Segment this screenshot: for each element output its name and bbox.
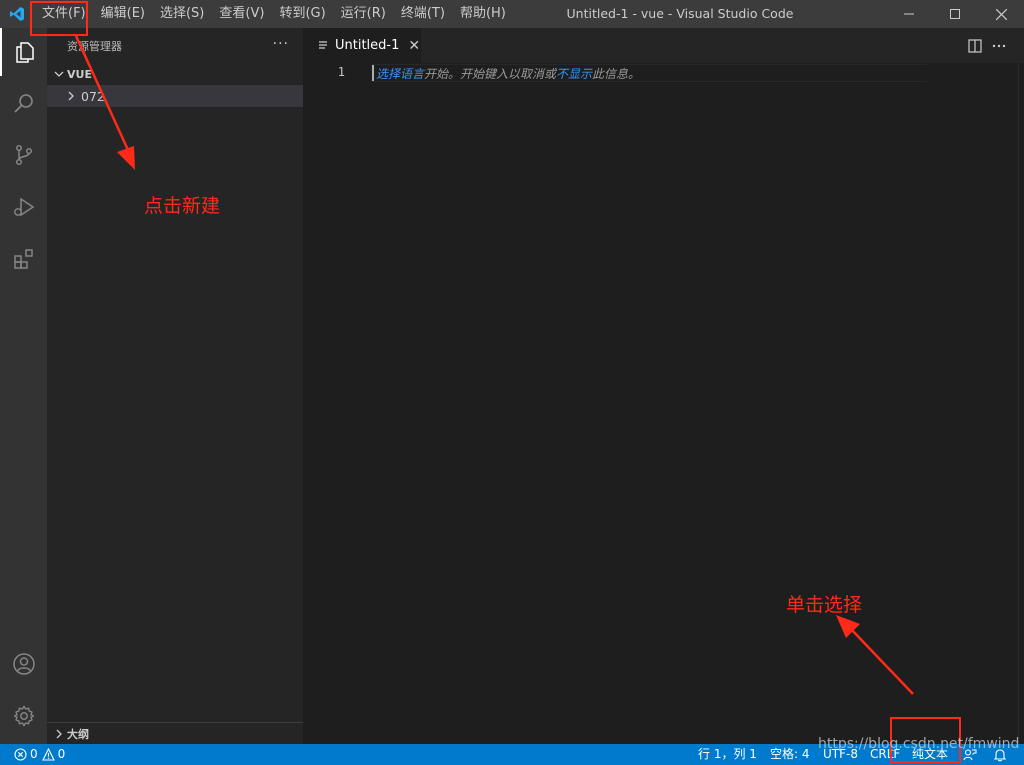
split-editor-button[interactable] — [963, 28, 987, 63]
text-cursor — [372, 65, 374, 81]
extensions-icon — [13, 249, 33, 269]
manage-button[interactable] — [0, 692, 47, 740]
dont-show-link[interactable]: 不显示 — [556, 67, 592, 81]
editor-scrollbar[interactable] — [1018, 63, 1024, 744]
error-count: 0 — [30, 747, 38, 761]
minimize-icon — [904, 13, 914, 15]
account-icon — [12, 653, 35, 675]
annotation-box-file-menu — [30, 1, 88, 36]
annotation-label-select: 单击选择 — [786, 594, 863, 616]
source-control-button[interactable] — [0, 131, 47, 179]
workspace-section-header[interactable]: VUE — [47, 63, 303, 85]
maximize-icon — [950, 9, 960, 19]
settings-gear-icon — [13, 705, 34, 727]
menu-view[interactable]: 查看(V) — [211, 0, 271, 28]
chevron-down-icon — [54, 71, 64, 77]
menu-terminal[interactable]: 终端(T) — [393, 0, 452, 28]
run-debug-icon — [13, 197, 34, 217]
warning-count: 0 — [57, 747, 66, 761]
watermark: https://blog.csdn.net/fmwind — [818, 736, 1020, 752]
more-actions-icon — [992, 44, 1006, 47]
source-control-icon — [15, 144, 32, 166]
title-bar: 文件(F) 编辑(E) 选择(S) 查看(V) 转到(G) 运行(R) 终端(T… — [0, 0, 1024, 28]
sidebar-title: 资源管理器 — [67, 39, 122, 53]
folder-item-072[interactable]: 072 — [47, 85, 303, 107]
hint-text-end: 此信息。 — [592, 67, 641, 81]
menu-bar: 文件(F) 编辑(E) 选择(S) 查看(V) 转到(G) 运行(R) 终端(T… — [34, 0, 513, 28]
outline-label: 大纲 — [67, 727, 89, 741]
window-title: Untitled-1 - vue - Visual Studio Code — [566, 6, 794, 21]
editor-area[interactable]: 1 选择语言开始。开始键入以取消或不显示此信息。 — [303, 63, 1024, 744]
chevron-right-icon — [68, 91, 74, 101]
maximize-button[interactable] — [932, 0, 978, 28]
explorer-sidebar: 资源管理器 ··· VUE 072 大纲 — [47, 28, 303, 744]
cursor-position-status[interactable]: 行 1，列 1 — [698, 744, 757, 765]
menu-selection[interactable]: 选择(S) — [152, 0, 211, 28]
close-tab-icon[interactable]: ✕ — [408, 38, 420, 54]
line-number: 1 — [337, 65, 345, 79]
folder-label: 072 — [81, 88, 105, 104]
annotation-label-new: 点击新建 — [144, 195, 221, 217]
select-language-link[interactable]: 选择语言 — [376, 67, 424, 81]
workspace-name: VUE — [67, 67, 92, 81]
split-editor-icon — [968, 38, 982, 53]
more-actions-icon[interactable]: ··· — [273, 36, 289, 52]
warning-icon — [41, 748, 55, 761]
explorer-icon — [15, 42, 34, 63]
vscode-logo-icon — [0, 0, 34, 28]
chevron-right-icon — [56, 729, 62, 738]
menu-edit[interactable]: 编辑(E) — [93, 0, 152, 28]
menu-run[interactable]: 运行(R) — [333, 0, 393, 28]
close-icon — [995, 8, 1007, 20]
problems-status[interactable]: 0 0 — [14, 744, 65, 765]
close-window-button[interactable] — [978, 0, 1024, 28]
search-button[interactable] — [0, 79, 47, 127]
plain-text-file-icon — [319, 40, 327, 49]
account-button[interactable] — [0, 640, 47, 688]
editor-tab-bar: Untitled-1 ✕ — [303, 28, 1024, 63]
activity-bar — [0, 28, 47, 744]
hint-text: 开始。开始键入以取消或 — [424, 67, 557, 81]
tab-untitled-1[interactable]: Untitled-1 ✕ — [303, 28, 421, 63]
error-icon — [14, 748, 27, 761]
menu-go[interactable]: 转到(G) — [271, 0, 332, 28]
menu-help[interactable]: 帮助(H) — [452, 0, 513, 28]
editor-more-actions-button[interactable] — [987, 28, 1011, 63]
run-debug-button[interactable] — [0, 183, 47, 231]
tab-label: Untitled-1 — [335, 38, 400, 53]
empty-editor-hint: 选择语言开始。开始键入以取消或不显示此信息。 — [376, 65, 640, 82]
search-icon — [13, 94, 33, 113]
minimize-button[interactable] — [886, 0, 932, 28]
indentation-status[interactable]: 空格: 4 — [770, 744, 810, 765]
extensions-button[interactable] — [0, 235, 47, 283]
outline-section-header[interactable]: 大纲 — [47, 722, 303, 744]
